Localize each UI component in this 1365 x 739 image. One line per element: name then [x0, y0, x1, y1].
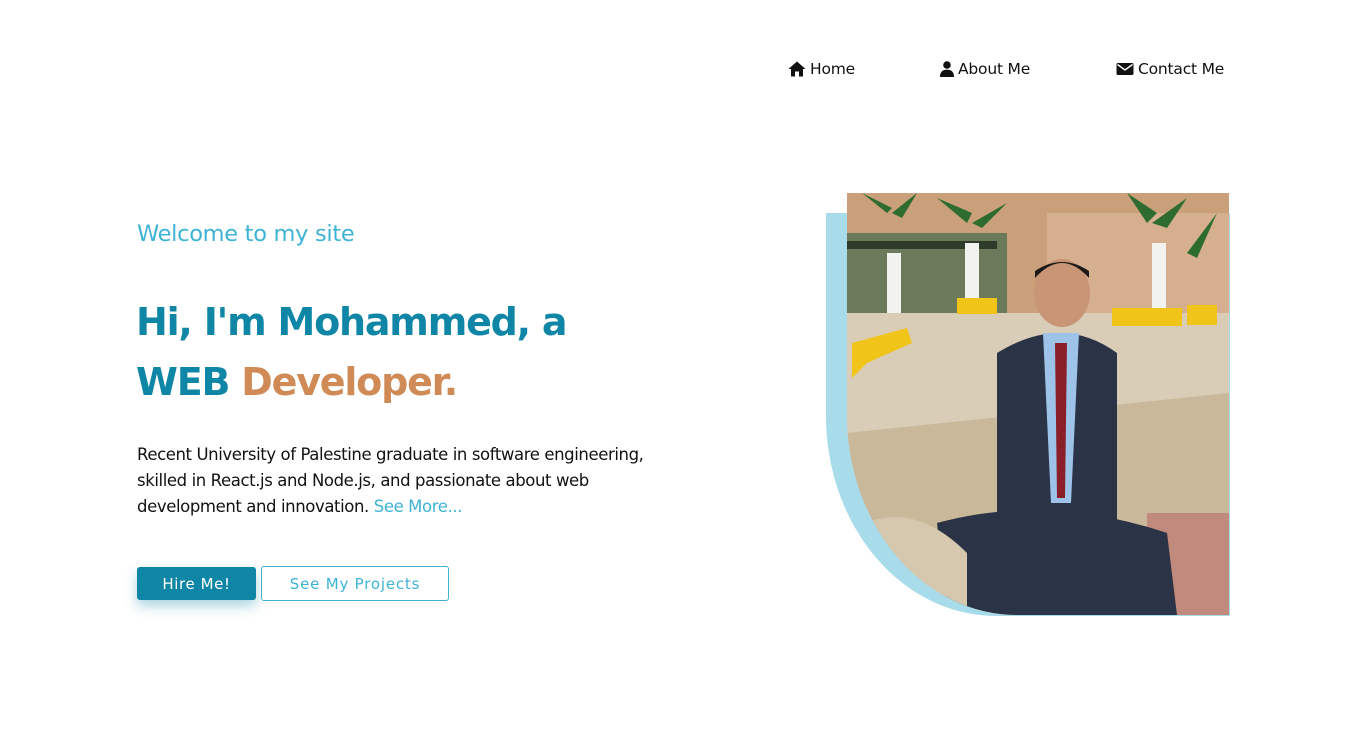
- intro-paragraph: Recent University of Palestine graduate …: [137, 442, 677, 520]
- see-projects-button[interactable]: See My Projects: [261, 566, 449, 601]
- profile-photo-container: [826, 193, 1230, 616]
- see-more-link[interactable]: See More...: [374, 497, 463, 516]
- envelope-icon: [1116, 61, 1134, 77]
- hero-headline: Hi, I'm Mohammed, a WEB Developer.: [136, 292, 568, 412]
- nav-about-label: About Me: [958, 60, 1031, 78]
- portfolio-page: Home About Me Contact Me Welcome to my s…: [0, 0, 1365, 739]
- hire-me-button[interactable]: Hire Me!: [137, 567, 256, 600]
- headline-web: WEB: [136, 360, 230, 404]
- nav-about-link[interactable]: About Me: [940, 60, 1030, 78]
- profile-photo: [847, 193, 1229, 615]
- headline-line-1: Hi, I'm Mohammed, a: [136, 300, 568, 344]
- user-icon: [940, 61, 954, 77]
- profile-photo-illustration: [847, 193, 1229, 615]
- headline-developer: Developer.: [241, 360, 458, 404]
- home-icon: [788, 61, 806, 77]
- nav-contact-label: Contact Me: [1138, 60, 1225, 78]
- nav-home-link[interactable]: Home: [788, 60, 855, 78]
- nav-home-label: Home: [810, 60, 855, 78]
- nav-contact-link[interactable]: Contact Me: [1116, 60, 1224, 78]
- welcome-text: Welcome to my site: [137, 221, 355, 247]
- main-nav: Home About Me Contact Me: [0, 60, 1365, 86]
